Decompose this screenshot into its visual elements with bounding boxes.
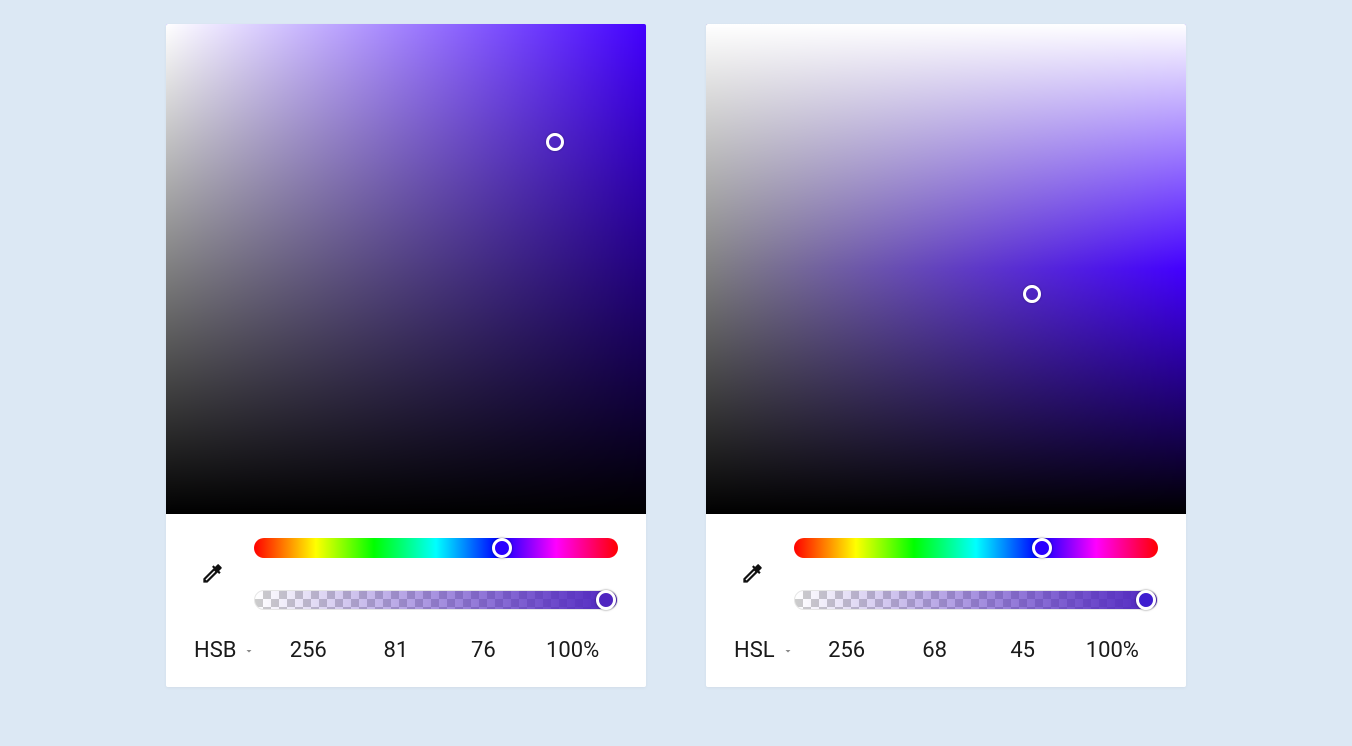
alpha-thumb[interactable]: [596, 590, 616, 610]
sliders-column: [254, 538, 618, 610]
eyedropper-button[interactable]: [194, 556, 230, 592]
values-row: HSL 256 68 45 100%: [706, 618, 1186, 687]
alpha-gradient: [255, 591, 617, 609]
sl-thumb[interactable]: [1023, 285, 1041, 303]
color-mode-select[interactable]: HSB: [194, 638, 256, 663]
hue-value[interactable]: 256: [822, 638, 872, 663]
slider-controls: [166, 514, 646, 618]
mode-label: HSB: [194, 638, 236, 663]
sb-thumb[interactable]: [546, 133, 564, 151]
alpha-slider[interactable]: [794, 590, 1158, 610]
alpha-gradient: [795, 591, 1157, 609]
eyedropper-button[interactable]: [734, 556, 770, 592]
mode-label: HSL: [734, 638, 775, 663]
color-picker-hsl: HSL 256 68 45 100%: [706, 24, 1186, 687]
lightness-value[interactable]: 45: [998, 638, 1048, 663]
brightness-value[interactable]: 76: [458, 638, 508, 663]
saturation-brightness-area[interactable]: [166, 24, 646, 514]
hue-slider[interactable]: [794, 538, 1158, 558]
black-gradient: [166, 24, 646, 514]
sliders-column: [794, 538, 1158, 610]
saturation-value[interactable]: 81: [371, 638, 421, 663]
eyedropper-icon: [199, 561, 225, 587]
alpha-slider[interactable]: [254, 590, 618, 610]
color-picker-hsb: HSB 256 81 76 100%: [166, 24, 646, 687]
hue-thumb[interactable]: [492, 538, 512, 558]
alpha-value[interactable]: 100%: [1086, 638, 1139, 663]
hue-thumb[interactable]: [1032, 538, 1052, 558]
value-inputs: 256 81 76 100%: [264, 638, 618, 663]
value-inputs: 256 68 45 100%: [803, 638, 1158, 663]
saturation-lightness-area[interactable]: [706, 24, 1186, 514]
values-row: HSB 256 81 76 100%: [166, 618, 646, 687]
saturation-value[interactable]: 68: [910, 638, 960, 663]
slider-controls: [706, 514, 1186, 618]
black-white-gradient: [706, 24, 1186, 514]
chevron-down-icon: [242, 644, 256, 658]
eyedropper-icon: [739, 561, 765, 587]
chevron-down-icon: [781, 644, 795, 658]
hue-value[interactable]: 256: [283, 638, 333, 663]
color-mode-select[interactable]: HSL: [734, 638, 795, 663]
hue-slider[interactable]: [254, 538, 618, 558]
alpha-value[interactable]: 100%: [546, 638, 599, 663]
alpha-thumb[interactable]: [1136, 590, 1156, 610]
